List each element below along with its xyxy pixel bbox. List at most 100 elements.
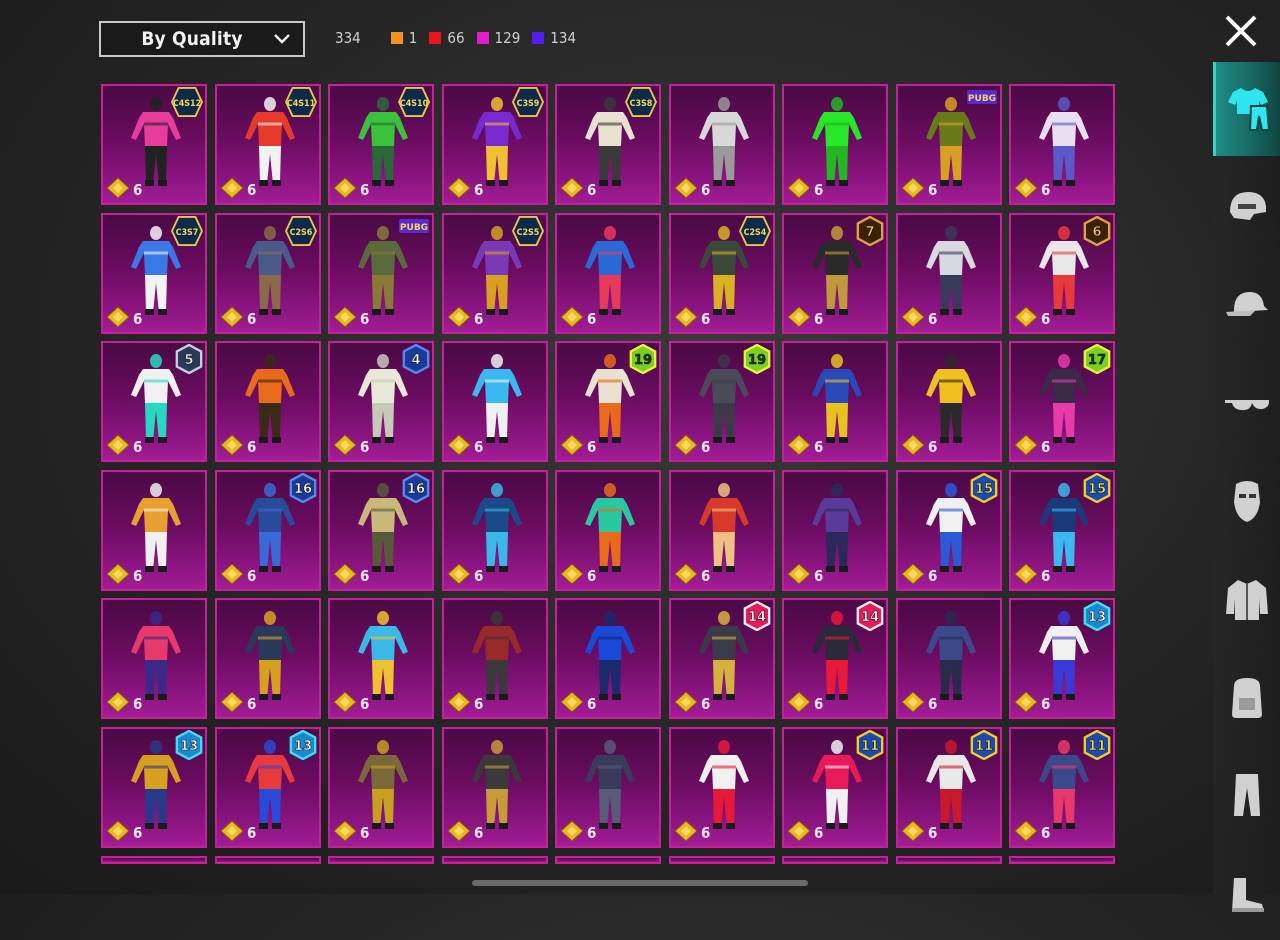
outfit-card[interactable]: 6: [669, 470, 775, 591]
tab-shoes[interactable]: [1213, 846, 1280, 940]
tab-glasses[interactable]: [1213, 356, 1280, 450]
tab-cap[interactable]: [1213, 258, 1280, 352]
outfit-card[interactable]: 6: [896, 213, 1002, 334]
item-quantity: 6: [133, 824, 143, 842]
outfit-image: [585, 611, 635, 700]
outfit-card[interactable]: 66: [1009, 213, 1115, 334]
coin-icon: [220, 306, 244, 328]
outfit-card[interactable]: 6: [555, 598, 661, 719]
outfit-card-partial[interactable]: [782, 856, 888, 864]
outfit-card[interactable]: 6: [669, 84, 775, 205]
coin-icon: [1014, 306, 1038, 328]
outfit-card[interactable]: 6: [782, 84, 888, 205]
svg-text:C4S10: C4S10: [400, 99, 429, 109]
svg-text:13: 13: [1088, 610, 1106, 625]
glasses-icon: [1224, 400, 1269, 411]
outfit-card[interactable]: 11 6: [1009, 727, 1115, 848]
outfit-card[interactable]: 6: [328, 727, 434, 848]
outfit-card-partial[interactable]: [896, 856, 1002, 864]
outfit-card[interactable]: 6: [555, 213, 661, 334]
inventory-grid: C4S12 6 C4S11 6 C4S10 6 C3S9 6 C3S8 6 6 6 PUBG 6 6 C3S7…: [101, 84, 1115, 864]
outfit-card[interactable]: 19 6: [669, 341, 775, 462]
tab-backpack[interactable]: [1213, 650, 1280, 744]
outfit-card[interactable]: C4S11 6: [215, 84, 321, 205]
pubg-logo: PUBG: [967, 90, 997, 104]
outfit-card[interactable]: 6: [555, 727, 661, 848]
item-quantity: 6: [247, 695, 257, 713]
quality-count-value: 66: [447, 29, 465, 47]
outfit-card[interactable]: 13 6: [1009, 598, 1115, 719]
close-icon[interactable]: [1222, 12, 1260, 50]
outfit-card[interactable]: 6: [442, 341, 548, 462]
tab-mask[interactable]: [1213, 454, 1280, 548]
outfit-card[interactable]: C2S4 6: [669, 213, 775, 334]
outfit-image: [131, 611, 181, 700]
outfit-card[interactable]: 11 6: [782, 727, 888, 848]
outfit-card-partial[interactable]: [669, 856, 775, 864]
sort-dropdown[interactable]: By Quality: [99, 21, 305, 57]
outfit-card[interactable]: C3S7 6: [101, 213, 207, 334]
outfit-card[interactable]: 13 6: [215, 727, 321, 848]
item-quantity: 6: [587, 567, 597, 585]
outfit-card[interactable]: 46: [328, 341, 434, 462]
outfit-card[interactable]: 15 6: [896, 470, 1002, 591]
outfit-card[interactable]: 6: [896, 341, 1002, 462]
outfit-card-partial[interactable]: [555, 856, 661, 864]
outfit-card[interactable]: 6: [101, 598, 207, 719]
home-indicator[interactable]: [472, 880, 808, 886]
outfit-card[interactable]: 16 6: [215, 470, 321, 591]
coin-icon: [447, 691, 471, 713]
outfit-card[interactable]: 6: [215, 598, 321, 719]
outfit-image: [699, 97, 749, 186]
outfit-card[interactable]: 6: [442, 727, 548, 848]
item-quantity: 6: [814, 567, 824, 585]
outfit-card[interactable]: C3S8 6: [555, 84, 661, 205]
outfit-card[interactable]: 6: [782, 341, 888, 462]
outfit-card[interactable]: 14 6: [669, 598, 775, 719]
outfit-card[interactable]: 56: [101, 341, 207, 462]
outfit-card[interactable]: 14 6: [782, 598, 888, 719]
outfit-card[interactable]: PUBG 6: [896, 84, 1002, 205]
outfit-image: [926, 226, 976, 315]
outfit-card-partial[interactable]: [442, 856, 548, 864]
outfit-card[interactable]: 17 6: [1009, 341, 1115, 462]
outfit-card[interactable]: 15 6: [1009, 470, 1115, 591]
outfit-card[interactable]: 6: [101, 470, 207, 591]
coin-icon: [220, 563, 244, 585]
tab-jacket[interactable]: [1213, 552, 1280, 646]
outfit-card[interactable]: 6: [782, 470, 888, 591]
coin-icon: [1014, 434, 1038, 456]
outfit-card[interactable]: 11 6: [896, 727, 1002, 848]
outfit-card-partial[interactable]: [328, 856, 434, 864]
outfit-card-partial[interactable]: [101, 856, 207, 864]
outfit-card-partial[interactable]: [1009, 856, 1115, 864]
tab-outfit[interactable]: [1213, 62, 1280, 156]
outfit-image: [131, 483, 181, 572]
outfit-card[interactable]: PUBG 6: [328, 213, 434, 334]
outfit-card[interactable]: C2S5 6: [442, 213, 548, 334]
outfit-card[interactable]: C4S10 6: [328, 84, 434, 205]
outfit-card[interactable]: 6: [669, 727, 775, 848]
outfit-card-partial[interactable]: [215, 856, 321, 864]
item-quantity: 6: [587, 181, 597, 199]
coin-icon: [220, 691, 244, 713]
tab-pants[interactable]: [1213, 748, 1280, 842]
outfit-card[interactable]: 19 6: [555, 341, 661, 462]
outfit-card[interactable]: C4S12 6: [101, 84, 207, 205]
outfit-card[interactable]: C3S9 6: [442, 84, 548, 205]
outfit-card[interactable]: 6: [442, 598, 548, 719]
tab-helmet[interactable]: [1213, 160, 1280, 254]
quality-count-value: 129: [494, 29, 521, 47]
outfit-card[interactable]: C2S6 6: [215, 213, 321, 334]
outfit-card[interactable]: 6: [328, 598, 434, 719]
outfit-card[interactable]: 16 6: [328, 470, 434, 591]
rp-level-badge: 17: [1083, 344, 1111, 374]
outfit-card[interactable]: 13 6: [101, 727, 207, 848]
item-quantity: 6: [247, 181, 257, 199]
outfit-card[interactable]: 6: [1009, 84, 1115, 205]
outfit-card[interactable]: 6: [215, 341, 321, 462]
outfit-card[interactable]: 6: [896, 598, 1002, 719]
outfit-card[interactable]: 76: [782, 213, 888, 334]
outfit-card[interactable]: 6: [442, 470, 548, 591]
outfit-card[interactable]: 6: [555, 470, 661, 591]
